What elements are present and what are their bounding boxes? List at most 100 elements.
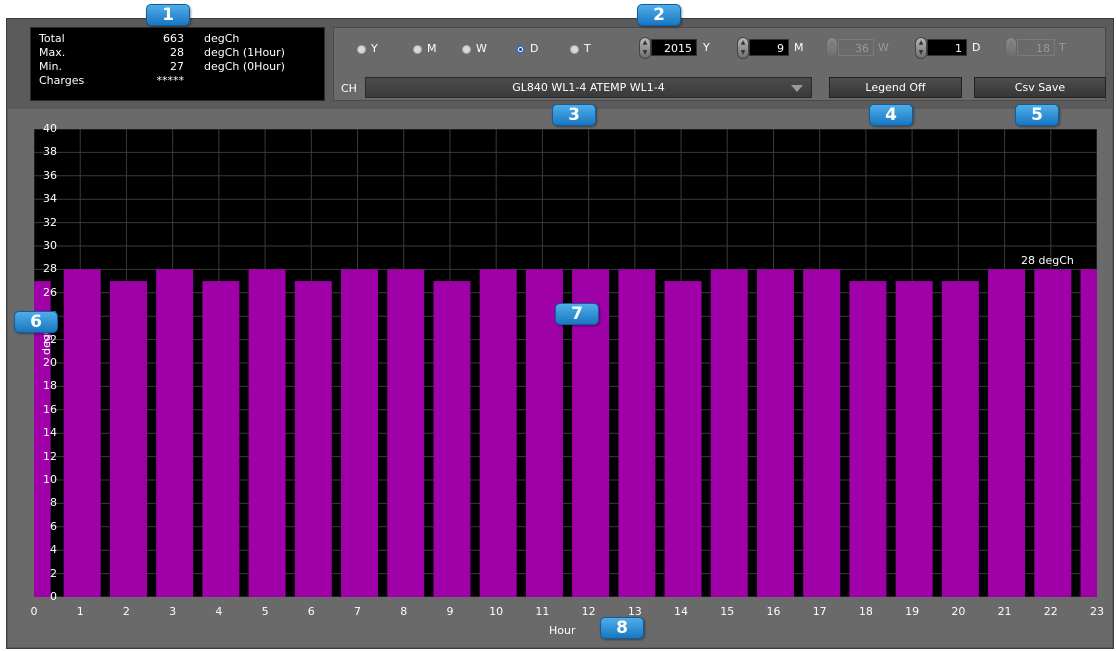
radio-time[interactable]: T: [570, 43, 591, 55]
radio-year[interactable]: Y: [357, 43, 378, 55]
y-tick-label: 12: [43, 449, 57, 463]
radio-day[interactable]: D: [516, 43, 538, 55]
bar-hour-15: [710, 269, 748, 597]
radio-label: M: [427, 42, 437, 55]
stat-label: Max.: [39, 46, 66, 59]
bar-hour-1: [63, 269, 101, 597]
x-tick-label: 17: [812, 605, 827, 618]
channel-select-value: GL840 WL1-4 ATEMP WL1-4: [512, 81, 665, 94]
bar-hour-10: [479, 269, 517, 597]
radio-label: T: [584, 42, 591, 55]
y-tick-label: 10: [43, 473, 57, 486]
y-tick-label: 18: [43, 379, 57, 393]
time-value: 18: [1017, 39, 1055, 56]
radio-month[interactable]: M: [413, 43, 437, 55]
week-value: 36: [838, 39, 874, 56]
month-value[interactable]: 9: [749, 39, 789, 56]
stat-value: 28: [170, 46, 184, 59]
x-tick-label: 12: [581, 605, 596, 618]
callout-badge-7: 7: [555, 303, 599, 325]
x-tick-label: 23: [1090, 605, 1104, 618]
week-unit: W: [878, 41, 889, 54]
bar-hour-14: [664, 281, 702, 597]
radio-dot-selected-icon: [516, 44, 525, 54]
spinner-arrows-icon: ▲ ▼: [826, 37, 838, 59]
radio-dot-icon: [413, 44, 422, 54]
bar-hour-5: [248, 269, 286, 597]
dropdown-arrow-icon[interactable]: [791, 85, 803, 92]
radio-label: Y: [371, 42, 378, 55]
spinner-arrows-icon[interactable]: ▲ ▼: [737, 37, 749, 59]
bar-hour-3: [156, 269, 194, 597]
spinner-arrows-icon[interactable]: ▲ ▼: [915, 37, 927, 59]
year-unit: Y: [703, 41, 710, 54]
day-value[interactable]: 1: [927, 39, 967, 56]
stat-row-total: Total 663 degCh: [39, 32, 319, 45]
x-tick-label: 21: [997, 605, 1012, 618]
callout-badge-6: 6: [14, 311, 58, 333]
radio-label: D: [530, 42, 539, 55]
y-tick-label: 16: [43, 402, 57, 416]
month-unit: M: [794, 41, 804, 54]
bar-hour-16: [756, 269, 794, 597]
bar-hour-8: [387, 269, 425, 597]
legend-off-button[interactable]: Legend Off: [829, 77, 962, 98]
callout-badge-3: 3: [552, 104, 596, 126]
x-tick-label: 1: [76, 605, 84, 618]
callout-badge-2: 2: [637, 4, 681, 26]
bar-hour-9: [433, 281, 471, 597]
stat-value: *****: [156, 74, 185, 87]
stat-unit: degCh: [204, 32, 240, 45]
x-tick-label: 15: [720, 605, 735, 618]
x-tick-label: 8: [400, 605, 408, 618]
bar-chart: [34, 129, 1097, 597]
bar-hour-6: [294, 281, 332, 597]
x-tick-label: 19: [905, 605, 920, 618]
bar-hour-4: [202, 281, 240, 597]
bar-hour-13: [618, 269, 656, 597]
x-axis-label: Hour: [549, 624, 576, 637]
stat-row-min: Min. 27 degCh (0Hour): [39, 60, 319, 73]
y-tick-label: 0: [50, 590, 57, 603]
csv-save-button[interactable]: Csv Save: [974, 77, 1106, 98]
y-tick-label: 38: [43, 145, 57, 159]
bar-hour-19: [895, 281, 933, 597]
bar-hour-2: [109, 281, 147, 597]
bar-hour-18: [849, 281, 887, 597]
x-tick-label: 20: [951, 605, 966, 618]
bar-hour-22: [1034, 269, 1072, 597]
year-value[interactable]: 2015: [651, 39, 697, 56]
stat-row-max: Max. 28 degCh (1Hour): [39, 46, 319, 59]
callout-badge-4: 4: [869, 104, 913, 126]
spinner-arrows-icon[interactable]: ▲ ▼: [639, 37, 651, 59]
summary-panel: Total 663 degCh Max. 28 degCh (1Hour) Mi…: [30, 27, 325, 101]
x-tick-label: 4: [215, 605, 223, 618]
stat-label: Total: [39, 32, 65, 45]
y-tick-label: 14: [43, 426, 57, 440]
time-unit: T: [1059, 41, 1066, 54]
x-tick-label: 2: [122, 605, 130, 618]
callout-badge-5: 5: [1015, 104, 1059, 126]
x-tick-label: 16: [766, 605, 781, 618]
y-tick-label: 36: [43, 168, 57, 182]
radio-dot-icon: [570, 44, 579, 54]
bar-hour-7: [341, 269, 379, 597]
stat-label: Charges: [39, 74, 85, 87]
x-tick-label: 14: [674, 605, 689, 618]
stat-value: 27: [170, 60, 184, 73]
radio-week[interactable]: W: [462, 43, 487, 55]
x-tick-label: 22: [1043, 605, 1058, 618]
bar-hour-20: [941, 281, 979, 597]
y-tick-label: 28: [43, 262, 57, 276]
chart-grid: [34, 129, 1097, 597]
x-tick-label: 3: [169, 605, 177, 618]
spinner-arrows-icon: ▲ ▼: [1005, 37, 1017, 59]
y-tick-label: 2: [50, 566, 57, 580]
channel-select[interactable]: GL840 WL1-4 ATEMP WL1-4: [365, 77, 812, 98]
stat-unit: degCh (1Hour): [204, 46, 285, 59]
bar-hour-21: [988, 269, 1026, 597]
radio-dot-icon: [462, 44, 471, 54]
radio-dot-icon: [357, 44, 366, 54]
callout-badge-1: 1: [146, 4, 190, 26]
callout-badge-8: 8: [600, 617, 644, 639]
